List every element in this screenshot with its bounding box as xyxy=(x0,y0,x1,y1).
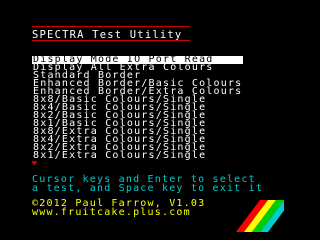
title-top-rule xyxy=(32,26,190,27)
rainbow-stripes-logo xyxy=(236,200,284,232)
title-bottom-rule xyxy=(32,40,190,41)
test-menu: Display Mode IO Port Read Display All Ext… xyxy=(32,55,244,161)
footer: ©2012 Paul Farrow, V1.03 www.fruitcake.p… xyxy=(32,199,205,218)
help-text: Cursor keys and Enter to select a test, … xyxy=(32,175,264,194)
website-url: www.fruitcake.plus.com xyxy=(32,206,191,218)
more-items-indicator: ♥ xyxy=(32,159,37,168)
help-line-2: a test, and Space key to exit it xyxy=(32,182,264,194)
menu-item[interactable]: 8x1/Extra Colours/Single xyxy=(32,151,243,161)
spectra-screen: SPECTRA Test Utility Display Mode IO Por… xyxy=(0,0,320,240)
